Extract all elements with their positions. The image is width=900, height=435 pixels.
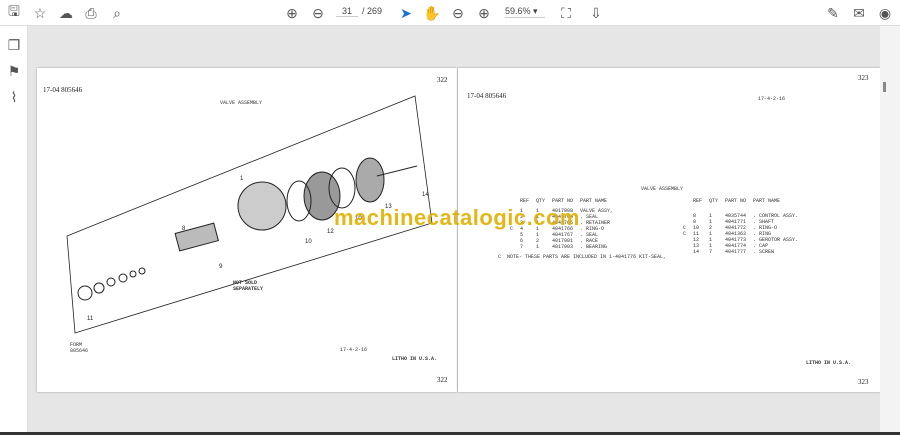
sign-icon[interactable]: ✎: [824, 4, 842, 22]
account-icon[interactable]: ◉: [876, 4, 894, 22]
page-number: 323: [858, 74, 869, 82]
page-header: 17-04 805646: [467, 92, 507, 100]
pages-icon[interactable]: ❐: [5, 36, 23, 54]
total-pages: / 269: [362, 6, 383, 16]
column-header: PART NO: [552, 198, 574, 204]
table-cell: 7: [520, 244, 524, 250]
table-cell: . BEARING: [580, 244, 608, 250]
table-cell: 7: [709, 249, 713, 255]
table-cell: C: [683, 231, 687, 237]
scroll-mode-icon[interactable]: ⇩: [587, 4, 605, 22]
not-sold-note: NOT SOLD SEPARATELY: [233, 280, 264, 292]
svg-text:1: 1: [240, 176, 244, 182]
document-view: 322 17-04 805646 VALVE ASSEMBLY 11 1 12 10…: [28, 26, 880, 432]
zoom-in-icon[interactable]: ⊕: [475, 4, 493, 22]
svg-text:14: 14: [422, 192, 429, 198]
litho-label: LITHO IN U.S.A.: [392, 356, 438, 362]
parts-note: C NOTE- THESE PARTS ARE INCLUDED IN 1-40…: [498, 254, 667, 260]
zoom-select[interactable]: 59.6% ▾: [505, 6, 545, 18]
bookmarks-icon[interactable]: ⚑: [5, 62, 23, 80]
table-cell: . SCREW: [753, 249, 775, 255]
table-cell: 4041777: [725, 249, 747, 255]
column-header: QTY: [709, 198, 719, 204]
attachments-icon[interactable]: ⌇: [5, 88, 23, 106]
watermark: machinecatalogic.com: [334, 205, 580, 230]
hand-icon[interactable]: ✋: [423, 4, 441, 22]
mail-icon[interactable]: ✉: [850, 4, 868, 22]
zoom-value: 59.6%: [505, 6, 531, 16]
page-down-icon[interactable]: ⊖: [309, 4, 327, 22]
svg-text:10: 10: [305, 239, 312, 245]
page-number-bottom: 323: [858, 378, 869, 386]
bookmark-star-icon[interactable]: ☆: [31, 4, 49, 22]
table-cell: 14: [693, 249, 700, 255]
form-number: FORM 805646: [70, 342, 89, 354]
column-header: REF: [520, 198, 530, 204]
zoom-search-icon[interactable]: ⌕: [108, 4, 126, 22]
column-header: PART NAME: [753, 198, 781, 204]
page-number-bottom: 322: [437, 376, 448, 384]
save-icon[interactable]: 🖫: [5, 3, 23, 22]
table-cell: 1: [536, 244, 540, 250]
parts-title: VALVE ASSEMBLY: [641, 186, 684, 192]
column-header: QTY: [536, 198, 546, 204]
page-up-icon[interactable]: ⊕: [283, 4, 301, 22]
scrollbar-thumb[interactable]: [883, 82, 886, 92]
svg-text:9: 9: [219, 264, 223, 270]
page-code: 17-4-2-16: [340, 347, 368, 353]
left-sidebar: ❐ ⚑ ⌇: [0, 26, 28, 432]
page-number-input[interactable]: 31: [336, 6, 358, 17]
table-cell: 4017003: [552, 244, 574, 250]
zoom-out-icon[interactable]: ⊖: [449, 4, 467, 22]
page-code: 17-4-2-16: [758, 96, 786, 102]
upload-cloud-icon[interactable]: ☁: [57, 4, 75, 22]
column-header: REF: [693, 198, 703, 204]
fit-page-icon[interactable]: ⛶: [557, 4, 575, 22]
column-header: PART NO: [725, 198, 747, 204]
vertical-scrollbar[interactable]: [880, 26, 900, 432]
toolbar: 🖫 ☆ ☁ ⎙ ⌕ ⊕ ⊖ 31 / 269 ➤ ✋ ⊖ ⊕ 59.6% ▾ ⛶…: [0, 0, 900, 26]
print-icon[interactable]: ⎙: [82, 4, 100, 22]
callout: 11: [87, 316, 94, 322]
select-cursor-icon[interactable]: ➤: [397, 4, 415, 22]
litho-label: LITHO IN U.S.A.: [806, 360, 852, 366]
column-header: PART NAME: [580, 198, 608, 204]
